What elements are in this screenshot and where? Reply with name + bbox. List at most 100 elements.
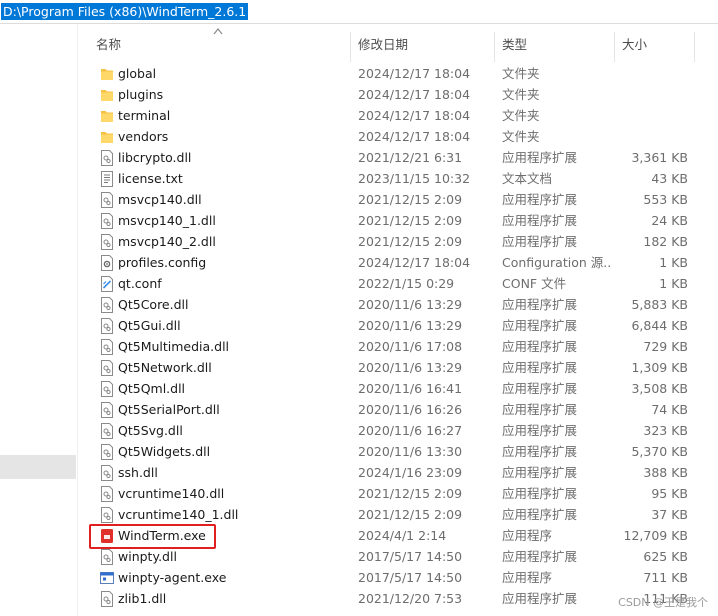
file-row[interactable]: libcrypto.dll 2021/12/21 6:31 应用程序扩展 3,361 … [90,147,708,168]
file-modified-date: 2021/12/15 2:09 [358,213,463,228]
file-name: plugins [118,87,164,102]
dll-file-icon [100,381,114,397]
file-size: 3,508 KB [631,381,688,396]
folder-icon [100,66,114,82]
file-type: CONF 文件 [502,276,567,291]
file-modified-date: 2020/11/6 13:29 [358,318,463,333]
file-row[interactable]: ssh.dll 2024/1/16 23:09 应用程序扩展 388 KB [90,462,708,483]
file-name: Qt5Gui.dll [118,318,181,333]
file-row[interactable]: zlib1.dll 2021/12/20 7:53 应用程序扩展 111 KB [90,588,708,609]
column-separator[interactable] [614,32,615,62]
file-size: 729 KB [643,339,688,354]
file-modified-date: 2020/11/6 16:26 [358,402,463,417]
file-size: 1 KB [659,276,688,291]
column-header-type[interactable]: 类型 [502,32,527,58]
file-modified-date: 2024/12/17 18:04 [358,108,471,123]
file-row[interactable]: terminal 2024/12/17 18:04 文件夹 [90,105,708,126]
file-type: 应用程序扩展 [502,549,578,564]
file-row[interactable]: plugins 2024/12/17 18:04 文件夹 [90,84,708,105]
navigation-pane [0,24,78,616]
file-type: 应用程序扩展 [502,339,578,354]
file-type: 应用程序扩展 [502,381,578,396]
dll-file-icon [100,192,114,208]
file-row[interactable]: msvcp140_1.dll 2021/12/15 2:09 应用程序扩展 24 KB [90,210,708,231]
file-row[interactable]: Qt5Gui.dll 2020/11/6 13:29 应用程序扩展 6,844 KB [90,315,708,336]
column-separator[interactable] [350,32,351,62]
address-bar[interactable]: D:\Program Files (x86)\WindTerm_2.6.1 [0,0,718,24]
file-size: 5,370 KB [631,444,688,459]
column-header-date[interactable]: 修改日期 [358,32,408,58]
file-row[interactable]: Qt5Svg.dll 2020/11/6 16:27 应用程序扩展 323 KB [90,420,708,441]
file-type: 应用程序 [502,570,553,585]
dll-file-icon [100,444,114,460]
file-modified-date: 2021/12/15 2:09 [358,486,463,501]
file-name: msvcp140.dll [118,192,202,207]
config-file-icon [100,255,114,271]
column-separator[interactable] [694,32,695,62]
file-modified-date: 2020/11/6 16:41 [358,381,463,396]
file-size: 24 KB [651,213,688,228]
file-size: 711 KB [643,570,688,585]
file-size: 6,844 KB [631,318,688,333]
file-row[interactable]: profiles.config 2024/12/17 18:04 Configura… [90,252,708,273]
file-type: 文件夹 [502,66,540,81]
text-file-icon [100,171,114,187]
dll-file-icon [100,423,114,439]
dll-file-icon [100,402,114,418]
file-row[interactable]: license.txt 2023/11/15 10:32 文本文档 43 KB [90,168,708,189]
file-type: 应用程序扩展 [502,465,578,480]
file-row[interactable]: Qt5Multimedia.dll 2020/11/6 17:08 应用程序扩展 72… [90,336,708,357]
file-row[interactable]: winpty-agent.exe 2017/5/17 14:50 应用程序 711 K… [90,567,708,588]
dll-file-icon [100,507,114,523]
file-modified-date: 2021/12/15 2:09 [358,192,463,207]
file-type: 应用程序扩展 [502,318,578,333]
sort-ascending-icon[interactable] [212,27,224,35]
file-row[interactable]: Qt5Core.dll 2020/11/6 13:29 应用程序扩展 5,883 KB [90,294,708,315]
file-modified-date: 2021/12/20 7:53 [358,591,463,606]
file-row[interactable]: msvcp140_2.dll 2021/12/15 2:09 应用程序扩展 182 K… [90,231,708,252]
column-header-name[interactable]: 名称 [96,32,121,58]
file-name: global [118,66,157,81]
file-name: license.txt [118,171,183,186]
file-row[interactable]: Qt5Widgets.dll 2020/11/6 13:30 应用程序扩展 5,370… [90,441,708,462]
file-size: 43 KB [651,171,688,186]
file-row[interactable]: global 2024/12/17 18:04 文件夹 [90,63,708,84]
folder-icon [100,129,114,145]
dll-file-icon [100,465,114,481]
file-size: 12,709 KB [623,528,688,543]
file-row[interactable]: vcruntime140_1.dll 2021/12/15 2:09 应用程序扩展 3… [90,504,708,525]
file-row[interactable]: Qt5Qml.dll 2020/11/6 16:41 应用程序扩展 3,508 KB [90,378,708,399]
navigation-selected-item[interactable] [0,455,76,479]
address-path[interactable]: D:\Program Files (x86)\WindTerm_2.6.1 [1,3,249,20]
file-type: 应用程序扩展 [502,150,578,165]
folder-icon [100,87,114,103]
dll-file-icon [100,339,114,355]
file-size: 5,883 KB [631,297,688,312]
file-modified-date: 2020/11/6 13:29 [358,360,463,375]
file-modified-date: 2024/12/17 18:04 [358,87,471,102]
file-modified-date: 2024/12/17 18:04 [358,255,471,270]
file-size: 95 KB [651,486,688,501]
column-separator[interactable] [494,32,495,62]
file-size: 182 KB [643,234,688,249]
file-type: 应用程序扩展 [502,507,578,522]
file-name: ssh.dll [118,465,158,480]
file-row[interactable]: winpty.dll 2017/5/17 14:50 应用程序扩展 625 KB [90,546,708,567]
file-name: Qt5SerialPort.dll [118,402,220,417]
column-header-size[interactable]: 大小 [622,32,647,58]
file-row[interactable]: vendors 2024/12/17 18:04 文件夹 [90,126,708,147]
file-type: 应用程序扩展 [502,360,578,375]
file-name: msvcp140_1.dll [118,213,216,228]
file-row[interactable]: Qt5SerialPort.dll 2020/11/6 16:26 应用程序扩展 74… [90,399,708,420]
file-name: vcruntime140_1.dll [118,507,239,522]
file-row[interactable]: vcruntime140.dll 2021/12/15 2:09 应用程序扩展 95 … [90,483,708,504]
file-type: 应用程序扩展 [502,591,578,606]
dll-file-icon [100,591,114,607]
dll-file-icon [100,234,114,250]
file-row[interactable]: msvcp140.dll 2021/12/15 2:09 应用程序扩展 553 KB [90,189,708,210]
file-modified-date: 2017/5/17 14:50 [358,570,463,585]
file-row[interactable]: Qt5Network.dll 2020/11/6 13:29 应用程序扩展 1,309… [90,357,708,378]
file-name: terminal [118,108,171,123]
file-size: 553 KB [643,192,688,207]
file-row[interactable]: qt.conf 2022/1/15 0:29 CONF 文件 1 KB [90,273,708,294]
